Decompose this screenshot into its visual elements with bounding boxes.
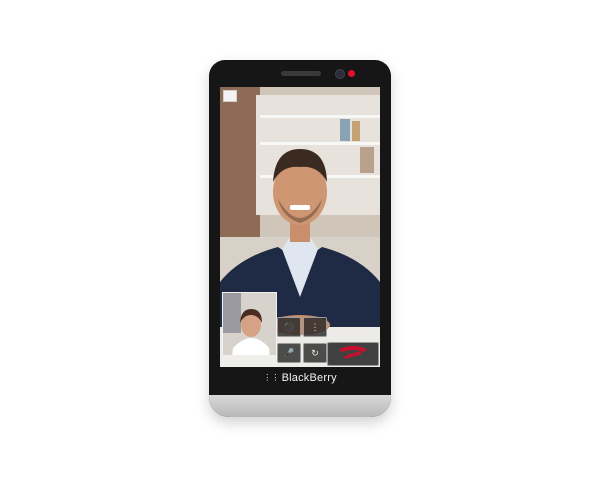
- camera-icon: ⚫: [283, 321, 295, 332]
- bbm-button[interactable]: ⋮: [303, 317, 327, 337]
- blackberry-logo-icon: ⋮⋮: [263, 373, 280, 382]
- end-call-icon: [340, 346, 366, 359]
- end-call-button[interactable]: [327, 342, 379, 366]
- switch-camera-button[interactable]: ↻: [303, 343, 327, 363]
- bbm-icon: ⋮: [310, 321, 320, 332]
- brand-name: BlackBerry: [281, 372, 337, 384]
- mute-button[interactable]: 🎤: [277, 343, 301, 363]
- self-view-video: [222, 292, 277, 367]
- phone-bottom-band: [209, 395, 391, 417]
- blackberry-logo: ⋮⋮ BlackBerry: [209, 372, 391, 384]
- camera-toggle-button[interactable]: ⚫: [277, 317, 301, 337]
- app-status-icon: [223, 90, 237, 102]
- earpiece: [281, 71, 321, 76]
- front-camera: [335, 69, 345, 79]
- notification-led: [348, 70, 355, 77]
- video-call-screen: ⚫ ⋮ 🎤 ↻: [220, 87, 380, 367]
- phone-device: ⚫ ⋮ 🎤 ↻ ⋮⋮ BlackBerry: [209, 60, 391, 417]
- switch-camera-icon: ↻: [311, 347, 319, 358]
- microphone-icon: 🎤: [283, 347, 295, 358]
- self-view-image: [223, 293, 276, 366]
